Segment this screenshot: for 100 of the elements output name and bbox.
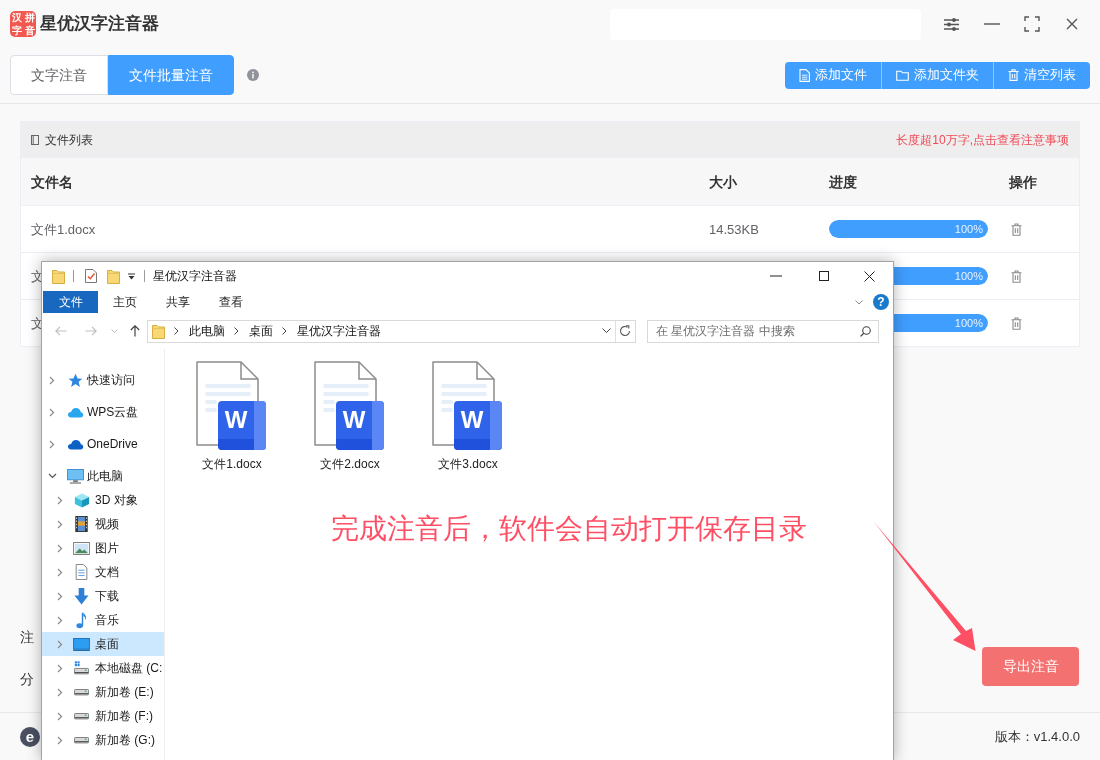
- trash-icon[interactable]: [1011, 269, 1022, 283]
- chevron-right-icon: [282, 327, 287, 335]
- chevron-right-icon[interactable]: [49, 375, 55, 385]
- nav-item[interactable]: 音乐: [42, 608, 164, 632]
- column-header: 操作: [1009, 173, 1037, 190]
- progress-text: 100%: [954, 221, 983, 237]
- nav-item[interactable]: 下载: [42, 584, 164, 608]
- list-icon: [31, 134, 39, 145]
- document-check-icon[interactable]: [85, 269, 97, 283]
- breadcrumb-item[interactable]: 此电脑: [189, 322, 225, 340]
- caret-icon[interactable]: [128, 272, 135, 280]
- monitor-icon: [66, 468, 84, 484]
- setting-label: 注: [20, 628, 34, 646]
- chevron-right-icon[interactable]: [57, 615, 63, 625]
- document-icon: [75, 564, 88, 580]
- chevron-right-icon[interactable]: [57, 543, 63, 553]
- breadcrumb-item[interactable]: 星优汉字注音器: [297, 322, 381, 340]
- nav-item[interactable]: WPS云盘: [42, 400, 164, 424]
- folder-icon[interactable]: [107, 268, 120, 284]
- chevron-right-icon[interactable]: [49, 439, 55, 449]
- nav-item[interactable]: 新加卷 (G:): [42, 728, 164, 752]
- chevron-right-icon[interactable]: [49, 407, 55, 417]
- file-name[interactable]: 文件1.docx: [202, 456, 262, 472]
- maximize-icon[interactable]: [819, 271, 829, 281]
- nav-item[interactable]: 桌面: [42, 632, 164, 656]
- folder-icon[interactable]: [152, 323, 165, 339]
- nav-item[interactable]: 此电脑: [42, 464, 164, 488]
- close-icon[interactable]: [864, 270, 875, 282]
- table-cell: 文件1.docx: [31, 222, 96, 237]
- music-note-icon: [76, 611, 87, 629]
- panel-title: 文件列表: [45, 131, 93, 149]
- drive-icon: [74, 736, 89, 744]
- sliders-icon[interactable]: [944, 16, 959, 32]
- chevron-down-icon[interactable]: [602, 328, 611, 334]
- refresh-icon[interactable]: [619, 325, 631, 337]
- drive-icon: [74, 661, 89, 675]
- nav-item[interactable]: 图片: [42, 536, 164, 560]
- trash-icon: [1008, 69, 1019, 81]
- nav-item[interactable]: 视频: [42, 512, 164, 536]
- nav-item[interactable]: OneDrive: [42, 432, 164, 456]
- version-text: 版本：v1.4.0.0: [994, 727, 1080, 746]
- chevron-down-icon[interactable]: [47, 473, 57, 479]
- progress-text: 100%: [954, 315, 983, 331]
- chevron-right-icon[interactable]: [57, 735, 63, 745]
- chevron-right-icon[interactable]: [57, 591, 63, 601]
- table-cell: 14.53KB: [709, 222, 759, 237]
- chevron-right-icon[interactable]: [57, 711, 63, 721]
- progress-text: 100%: [954, 268, 983, 284]
- drive-icon: [74, 712, 89, 720]
- chevron-right-icon[interactable]: [57, 663, 63, 673]
- cube-icon: [73, 491, 90, 509]
- ribbon-tab[interactable]: 查看: [204, 291, 257, 313]
- fullscreen-icon[interactable]: [1024, 16, 1040, 32]
- nav-item[interactable]: 快速访问: [42, 368, 164, 392]
- search-field[interactable]: 在 星优汉字注音器 中搜索: [647, 319, 879, 343]
- search-icon[interactable]: [860, 325, 871, 337]
- chevron-right-icon[interactable]: [57, 567, 63, 577]
- cloud-icon: [66, 438, 84, 450]
- nav-item[interactable]: 新加卷 (E:): [42, 680, 164, 704]
- nav-item[interactable]: 本地磁盘 (C:: [42, 656, 164, 680]
- chevron-right-icon[interactable]: [57, 639, 63, 649]
- help-button[interactable]: ?: [873, 294, 889, 310]
- chevron-right-icon[interactable]: [57, 687, 63, 697]
- folder-icon[interactable]: [52, 268, 65, 284]
- ribbon-tab[interactable]: 主页: [98, 291, 151, 313]
- chevron-right-icon: [234, 327, 239, 335]
- column-header: 大小: [709, 173, 737, 190]
- chevron-right-icon: [174, 327, 179, 335]
- chevron-right-icon[interactable]: [57, 495, 63, 505]
- address-bar[interactable]: 此电脑 桌面 星优汉字注音器: [147, 319, 636, 343]
- screen-icon: [73, 637, 90, 651]
- file-name[interactable]: 文件2.docx: [320, 456, 380, 472]
- star-icon: [67, 372, 83, 388]
- footer-logo: e: [20, 726, 40, 747]
- file-menu-button[interactable]: 文件: [43, 291, 98, 313]
- folder-icon: [896, 69, 909, 81]
- arrow-down-icon: [74, 587, 89, 605]
- tab[interactable]: 文字注音: [10, 55, 108, 95]
- annotation-text: 完成注音后，软件会自动打开保存目录: [331, 512, 807, 546]
- chevron-right-icon[interactable]: [57, 519, 63, 529]
- up-icon[interactable]: [130, 325, 140, 337]
- trash-icon[interactable]: [1011, 222, 1022, 236]
- film-icon: [75, 516, 88, 532]
- document-icon: [799, 68, 810, 82]
- nav-item[interactable]: 3D 对象: [42, 488, 164, 512]
- column-header: 进度: [829, 173, 857, 190]
- info-icon[interactable]: [247, 69, 259, 81]
- picture-icon: [73, 541, 90, 555]
- close-icon[interactable]: [1066, 18, 1078, 30]
- drive-icon: [74, 688, 89, 696]
- breadcrumb-item[interactable]: 桌面: [249, 322, 273, 340]
- app-title: 星优汉字注音器: [40, 13, 159, 35]
- nav-item[interactable]: 文档: [42, 560, 164, 584]
- app-logo: 汉 拼 字 音: [10, 11, 36, 37]
- nav-item[interactable]: 新加卷 (F:): [42, 704, 164, 728]
- cloud-icon: [66, 406, 84, 418]
- column-header: 文件名: [31, 173, 73, 190]
- trash-icon[interactable]: [1011, 316, 1022, 330]
- ribbon-tab[interactable]: 共享: [151, 291, 204, 313]
- file-name[interactable]: 文件3.docx: [438, 456, 498, 472]
